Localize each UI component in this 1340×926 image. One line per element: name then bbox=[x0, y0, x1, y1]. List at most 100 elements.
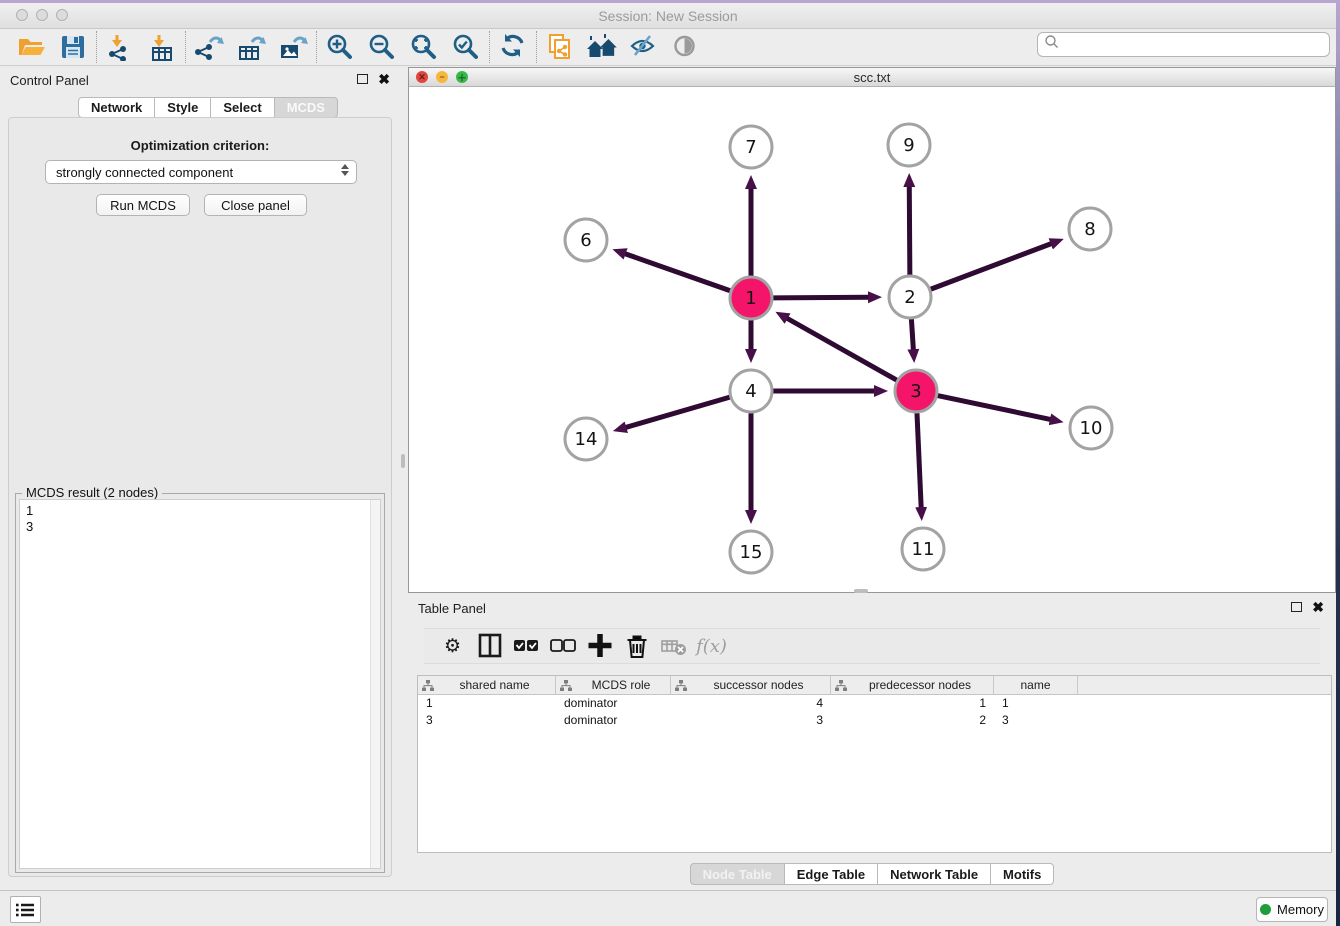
status-bar: Memory bbox=[0, 890, 1336, 926]
zoom-out-icon[interactable] bbox=[361, 30, 403, 64]
horizontal-splitter-handle[interactable] bbox=[854, 589, 868, 593]
svg-text:2: 2 bbox=[904, 287, 915, 308]
node-table: shared nameMCDS rolesuccessor nodesprede… bbox=[417, 675, 1332, 853]
tab-node-table[interactable]: Node Table bbox=[690, 863, 785, 885]
column-header-MCDS-role[interactable]: MCDS role bbox=[556, 676, 671, 694]
deselect-all-rows-icon[interactable] bbox=[545, 631, 582, 661]
edge-2-9[interactable] bbox=[909, 186, 910, 275]
close-table-panel-icon[interactable]: ✖ bbox=[1312, 602, 1324, 612]
edge-4-14[interactable] bbox=[625, 397, 730, 427]
network-canvas[interactable]: 7 9 6 8 1 2 4 3 14 10 15 11 bbox=[409, 87, 1335, 592]
tab-mcds[interactable]: MCDS bbox=[275, 97, 338, 118]
network-view-window: ✕ − ＋ scc.txt 7968124314101511 bbox=[408, 67, 1336, 593]
duplicate-network-icon[interactable] bbox=[539, 30, 581, 64]
zoom-in-icon[interactable] bbox=[319, 30, 361, 64]
mcds-result-scrollbar[interactable] bbox=[370, 500, 380, 868]
mcds-result-fieldset: MCDS result (2 nodes) 1 3 bbox=[15, 493, 385, 873]
tab-network-table[interactable]: Network Table bbox=[878, 863, 991, 885]
first-neighbors-icon[interactable] bbox=[581, 30, 623, 64]
toolbar-separator bbox=[536, 31, 537, 63]
select-stepper-icon bbox=[341, 164, 349, 176]
delete-column-icon[interactable] bbox=[619, 631, 656, 661]
control-panel-title: Control Panel bbox=[10, 73, 89, 88]
graph-node-2[interactable]: 2 bbox=[889, 276, 931, 318]
save-session-icon[interactable] bbox=[52, 30, 94, 64]
edge-1-6[interactable] bbox=[625, 254, 731, 291]
export-network-icon[interactable] bbox=[188, 30, 230, 64]
import-table-icon[interactable] bbox=[141, 30, 183, 64]
graph-node-14[interactable]: 14 bbox=[565, 418, 607, 460]
column-header-shared-name[interactable]: shared name bbox=[418, 676, 556, 694]
show-hidden-icon bbox=[665, 30, 707, 64]
column-header-successor-nodes[interactable]: successor nodes bbox=[671, 676, 831, 694]
search-box[interactable] bbox=[1037, 32, 1330, 57]
zoom-selected-icon[interactable] bbox=[445, 30, 487, 64]
tab-network[interactable]: Network bbox=[78, 97, 155, 118]
table-settings-gear-icon[interactable]: ⚙ bbox=[434, 631, 471, 661]
table-cell[interactable]: 4 bbox=[671, 695, 831, 712]
export-table-icon[interactable] bbox=[230, 30, 272, 64]
table-row[interactable]: 3dominator323 bbox=[418, 712, 1331, 729]
graph-node-11[interactable]: 11 bbox=[902, 528, 944, 570]
graph-node-7[interactable]: 7 bbox=[730, 126, 772, 168]
edge-2-8[interactable] bbox=[931, 243, 1052, 289]
svg-text:14: 14 bbox=[575, 429, 598, 450]
graph-node-1[interactable]: 1 bbox=[730, 277, 772, 319]
edge-1-2[interactable] bbox=[773, 297, 869, 298]
memory-button[interactable]: Memory bbox=[1256, 897, 1328, 922]
edge-3-11[interactable] bbox=[917, 413, 921, 508]
float-panel-icon[interactable] bbox=[357, 74, 368, 84]
open-session-icon[interactable] bbox=[10, 30, 52, 64]
svg-text:15: 15 bbox=[740, 542, 763, 563]
table-cell[interactable]: 3 bbox=[671, 712, 831, 729]
delete-table-icon bbox=[656, 631, 693, 661]
zoom-fit-icon[interactable] bbox=[403, 30, 445, 64]
graph-node-9[interactable]: 9 bbox=[888, 124, 930, 166]
graph-node-4[interactable]: 4 bbox=[730, 370, 772, 412]
close-panel-button[interactable]: Close panel bbox=[204, 194, 307, 216]
column-header-name[interactable]: name bbox=[994, 676, 1078, 694]
table-toolbar: ⚙f(x) bbox=[424, 628, 1320, 664]
control-panel: Control Panel ✖ NetworkStyleSelectMCDS O… bbox=[0, 67, 400, 880]
import-network-icon[interactable] bbox=[99, 30, 141, 64]
table-cell[interactable]: 1 bbox=[831, 695, 994, 712]
graph-node-6[interactable]: 6 bbox=[565, 219, 607, 261]
refresh-styles-icon[interactable] bbox=[492, 30, 534, 64]
export-image-icon[interactable] bbox=[272, 30, 314, 64]
float-table-panel-icon[interactable] bbox=[1291, 602, 1302, 612]
table-cell[interactable]: 1 bbox=[994, 695, 1078, 712]
task-history-button[interactable] bbox=[10, 896, 41, 923]
close-panel-icon[interactable]: ✖ bbox=[378, 74, 390, 84]
optimization-criterion-select[interactable]: strongly connected component bbox=[45, 160, 357, 184]
graph-node-15[interactable]: 15 bbox=[730, 531, 772, 573]
select-all-rows-icon[interactable] bbox=[508, 631, 545, 661]
edge-3-10[interactable] bbox=[938, 396, 1051, 420]
application-window: Session: New Session Control Panel ✖ Net… bbox=[0, 0, 1340, 926]
mcds-result-text[interactable]: 1 3 bbox=[19, 499, 381, 869]
table-panel: Table Panel ✖ ⚙f(x) shared nameMCDS role… bbox=[408, 595, 1336, 890]
split-panel-icon[interactable] bbox=[471, 631, 508, 661]
table-cell[interactable]: dominator bbox=[556, 712, 671, 729]
hide-selected-icon[interactable] bbox=[623, 30, 665, 64]
graph-node-10[interactable]: 10 bbox=[1070, 407, 1112, 449]
tab-motifs[interactable]: Motifs bbox=[991, 863, 1054, 885]
table-cell[interactable]: dominator bbox=[556, 695, 671, 712]
graph-node-8[interactable]: 8 bbox=[1069, 208, 1111, 250]
tab-select[interactable]: Select bbox=[211, 97, 274, 118]
table-cell[interactable]: 3 bbox=[994, 712, 1078, 729]
tab-edge-table[interactable]: Edge Table bbox=[785, 863, 878, 885]
run-mcds-button[interactable]: Run MCDS bbox=[96, 194, 190, 216]
table-row[interactable]: 1dominator411 bbox=[418, 695, 1331, 712]
tab-style[interactable]: Style bbox=[155, 97, 211, 118]
search-input[interactable] bbox=[1060, 37, 1329, 52]
table-cell[interactable]: 3 bbox=[418, 712, 556, 729]
edge-2-3[interactable] bbox=[911, 319, 913, 350]
optimization-criterion-label: Optimization criterion: bbox=[9, 138, 391, 153]
table-cell[interactable]: 2 bbox=[831, 712, 994, 729]
edge-3-1[interactable] bbox=[787, 318, 897, 380]
graph-node-3[interactable]: 3 bbox=[895, 370, 937, 412]
vertical-splitter-handle[interactable] bbox=[401, 454, 405, 468]
add-column-icon[interactable] bbox=[582, 631, 619, 661]
column-header-predecessor-nodes[interactable]: predecessor nodes bbox=[831, 676, 994, 694]
table-cell[interactable]: 1 bbox=[418, 695, 556, 712]
